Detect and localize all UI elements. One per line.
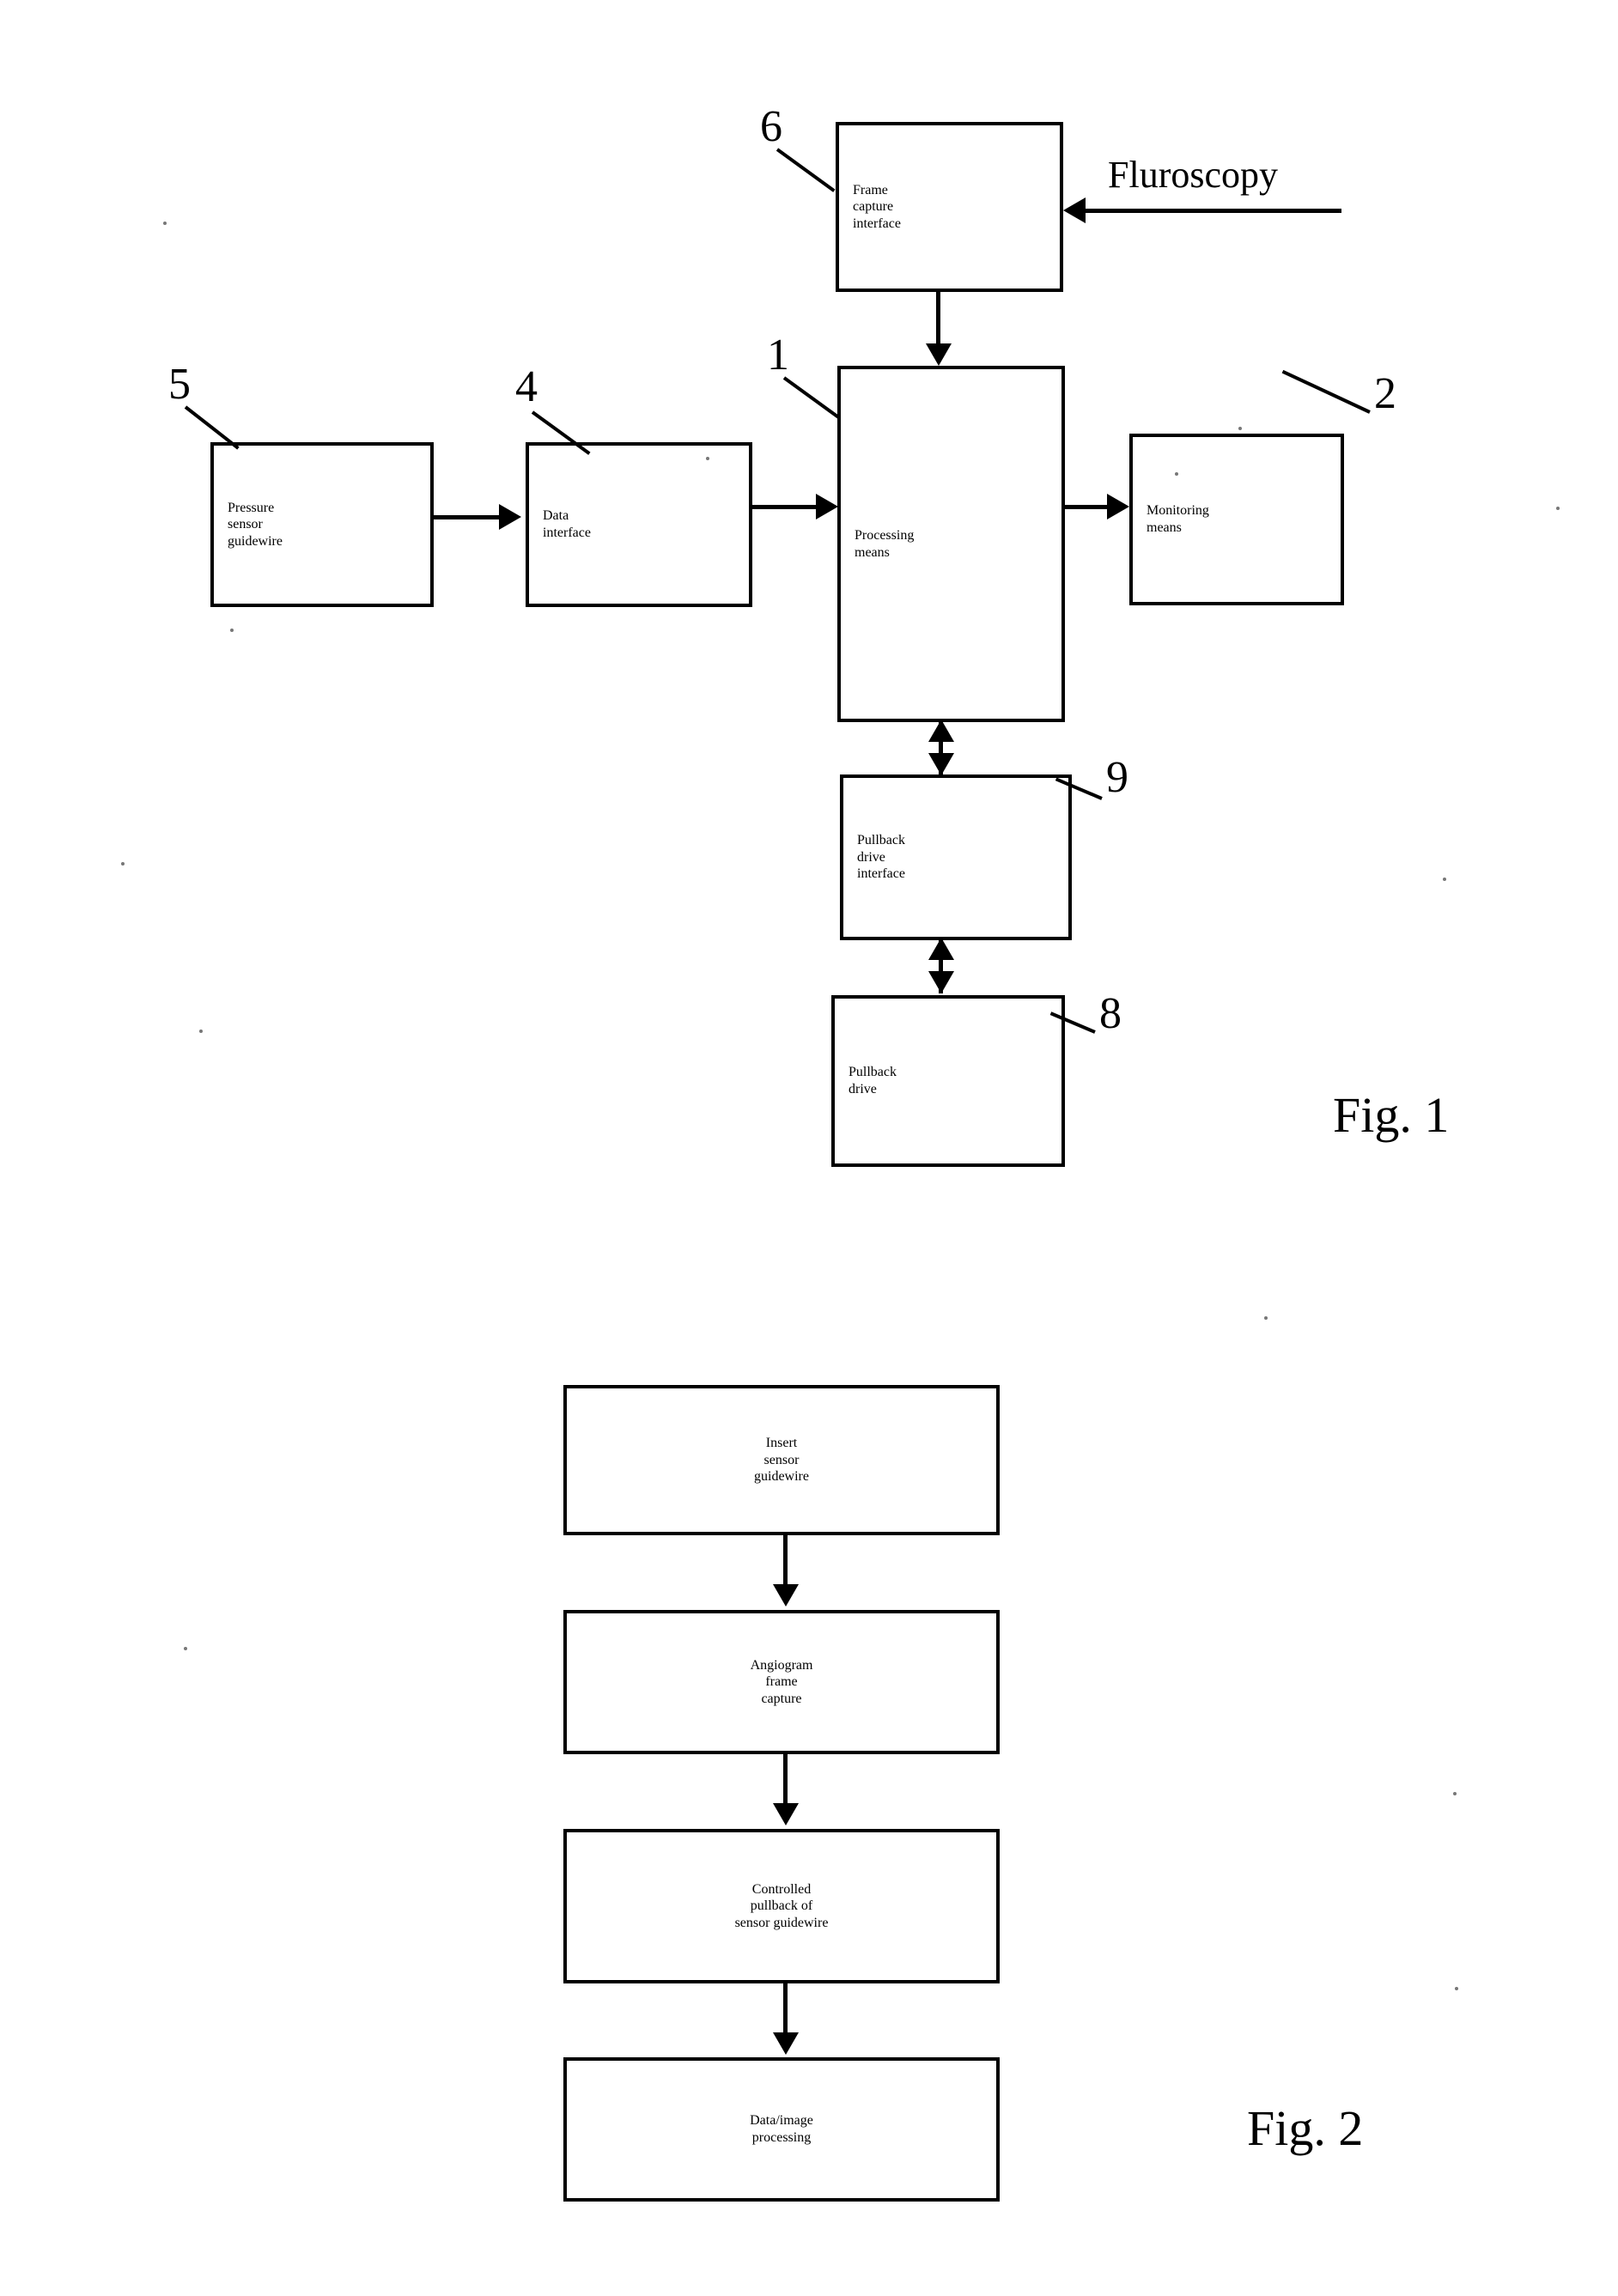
reference-numeral-1: 1 xyxy=(767,331,789,380)
arrowhead-up xyxy=(928,938,954,960)
arrowhead-down xyxy=(926,343,952,366)
block-line: Frame xyxy=(853,182,888,197)
arrowhead-down xyxy=(773,1584,799,1607)
block-line: capture xyxy=(853,199,894,215)
scan-speckle xyxy=(1175,472,1178,476)
connector-step3-to-step4 xyxy=(783,1983,788,2037)
connector-step1-to-step2 xyxy=(783,1535,788,1588)
label-fluroscopy: Fluroscopy xyxy=(1108,154,1278,196)
scan-speckle xyxy=(1443,878,1446,881)
block-line: Pullback xyxy=(857,833,905,848)
scan-speckle xyxy=(1455,1987,1458,1990)
block-processing-means: Processing means xyxy=(837,366,1065,722)
block-line: interface xyxy=(857,866,905,882)
step-angiogram-frame-capture: Angiogram frame capture xyxy=(563,1610,1000,1754)
step-line: capture xyxy=(761,1691,802,1706)
patent-figure-page: Frame capture interface 6 Fluroscopy Pro… xyxy=(0,0,1618,2296)
reference-numeral-9: 9 xyxy=(1106,753,1128,802)
connector-processing-to-monitoring xyxy=(1065,505,1108,509)
step-line: Controlled xyxy=(751,1881,812,1897)
step-line: frame xyxy=(765,1674,798,1690)
scan-speckle xyxy=(121,862,125,866)
scan-speckle xyxy=(1238,427,1242,430)
block-line: interface xyxy=(853,216,901,231)
arrowhead-right xyxy=(499,504,521,530)
block-line: Data xyxy=(543,508,569,524)
block-line: means xyxy=(1147,520,1182,535)
arrowhead-right xyxy=(1107,494,1129,519)
step-line: Data/image xyxy=(750,2113,813,2129)
step-controlled-pullback: Controlled pullback of sensor guidewire xyxy=(563,1829,1000,1983)
block-pressure-sensor-guidewire: Pressure sensor guidewire xyxy=(210,442,434,607)
scan-speckle xyxy=(1264,1316,1268,1320)
step-line: pullback of xyxy=(750,1898,813,1914)
scan-speckle xyxy=(184,1647,187,1650)
scan-speckle xyxy=(1453,1792,1457,1795)
block-line: Processing xyxy=(855,527,915,543)
reference-numeral-4: 4 xyxy=(515,362,538,411)
scan-speckle xyxy=(230,629,234,632)
block-line: Pressure xyxy=(228,500,275,515)
block-line: means xyxy=(855,544,890,560)
step-line: sensor xyxy=(763,1452,800,1467)
figure-1-caption: Fig. 1 xyxy=(1333,1087,1450,1143)
block-line: sensor xyxy=(228,517,263,532)
block-line: Monitoring xyxy=(1147,503,1209,519)
connector-frame-capture-to-processing xyxy=(936,292,940,345)
arrowhead-left xyxy=(1063,197,1086,223)
block-pullback-drive: Pullback drive xyxy=(831,995,1065,1167)
block-line: interface xyxy=(543,525,591,540)
leader-line-6 xyxy=(776,148,836,192)
step-line: sensor guidewire xyxy=(734,1915,829,1930)
figure-2-caption: Fig. 2 xyxy=(1247,2100,1364,2156)
block-monitoring-means: Monitoring means xyxy=(1129,434,1344,605)
scan-speckle xyxy=(163,222,167,225)
scan-speckle xyxy=(706,457,709,460)
arrowhead-right xyxy=(816,494,838,519)
block-data-interface: Data interface xyxy=(526,442,752,607)
connector-pressure-sensor-to-data-interface xyxy=(434,515,501,519)
block-frame-capture-interface: Frame capture interface xyxy=(836,122,1063,292)
step-line: guidewire xyxy=(754,1469,809,1485)
arrowhead-down xyxy=(928,753,954,775)
block-line: guidewire xyxy=(228,533,283,549)
step-insert-sensor-guidewire: Insert sensor guidewire xyxy=(563,1385,1000,1535)
connector-data-interface-to-processing xyxy=(752,505,818,509)
block-line: drive xyxy=(849,1082,877,1096)
step-line: Angiogram xyxy=(750,1657,813,1673)
arrowhead-down xyxy=(773,2032,799,2055)
leader-line-2 xyxy=(1281,369,1371,414)
reference-numeral-2: 2 xyxy=(1374,369,1396,418)
step-line: processing xyxy=(751,2130,812,2145)
arrowhead-down xyxy=(773,1803,799,1825)
arrowhead-up xyxy=(928,720,954,742)
reference-numeral-8: 8 xyxy=(1099,989,1122,1038)
leader-line-1 xyxy=(782,376,841,420)
block-line: Pullback xyxy=(849,1065,897,1080)
connector-step2-to-step3 xyxy=(783,1754,788,1807)
connector-fluroscopy-to-frame-capture xyxy=(1085,209,1341,213)
step-data-image-processing: Data/image processing xyxy=(563,2057,1000,2202)
block-pullback-drive-interface: Pullback drive interface xyxy=(840,774,1072,940)
block-line: drive xyxy=(857,849,885,865)
reference-numeral-5: 5 xyxy=(168,360,191,409)
reference-numeral-6: 6 xyxy=(760,102,782,151)
scan-speckle xyxy=(199,1030,203,1033)
scan-speckle xyxy=(1556,507,1560,510)
step-line: Insert xyxy=(765,1436,798,1451)
arrowhead-down xyxy=(928,971,954,993)
